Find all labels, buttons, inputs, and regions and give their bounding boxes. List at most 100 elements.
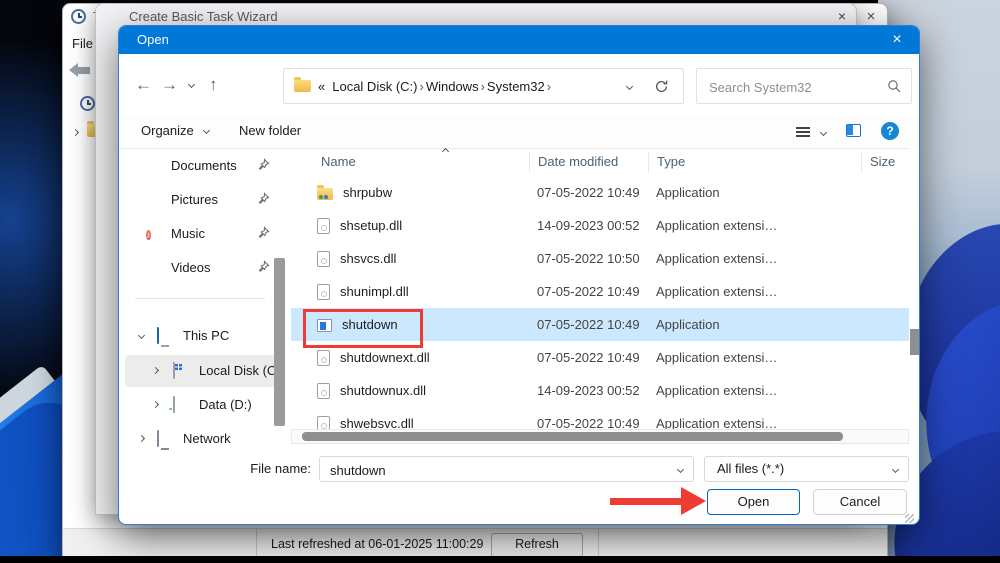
- file-type: Application extensi…: [656, 251, 778, 266]
- file-name-cell: shrpubw: [291, 184, 529, 200]
- close-icon[interactable]: ×: [881, 29, 913, 51]
- dll-file-icon: [317, 250, 330, 267]
- open-button[interactable]: Open: [707, 489, 800, 515]
- back-icon[interactable]: ←: [135, 75, 152, 95]
- file-type-dropdown[interactable]: All files (*.*): [704, 456, 909, 482]
- file-date-modified: 07-05-2022 10:49: [537, 284, 640, 299]
- local-disk-icon: [173, 362, 175, 379]
- share-wizard-icon: [317, 184, 333, 200]
- chevron-down-icon: [203, 126, 211, 135]
- file-name-combobox[interactable]: [319, 456, 694, 482]
- chevron-right-icon[interactable]: [71, 128, 80, 137]
- search-box[interactable]: [696, 68, 912, 104]
- breadcrumb-item[interactable]: System32: [487, 79, 545, 94]
- sidebar-item-pictures[interactable]: Pictures: [127, 185, 279, 215]
- horizontal-scrollbar-thumb[interactable]: [302, 432, 843, 441]
- file-row-shsetup-dll[interactable]: shsetup.dll 14-09-2023 00:52 Application e…: [291, 209, 909, 242]
- dialog-titlebar: Open ×: [119, 26, 919, 54]
- column-header-name[interactable]: Name: [291, 152, 529, 172]
- view-list-icon[interactable]: [796, 127, 810, 137]
- address-bar[interactable]: « Local Disk (C:) › Windows › System32 ›: [283, 68, 684, 104]
- file-name-cell: shsvcs.dll: [291, 250, 529, 267]
- resize-grip[interactable]: [905, 514, 914, 523]
- dialog-toolbar: Organize New folder ?: [119, 116, 919, 149]
- refresh-button[interactable]: Refresh: [491, 533, 583, 557]
- file-list: Name Date modified Type Size shrpubw 07-05-2…: [291, 148, 909, 444]
- search-input[interactable]: [707, 75, 871, 99]
- sidebar-item-network[interactable]: Network: [125, 423, 277, 455]
- desktop: Tas × File A Task Last refreshed at 06-0…: [0, 0, 1000, 563]
- forward-icon[interactable]: →: [161, 75, 178, 95]
- sidebar-item-label: Documents: [171, 158, 237, 173]
- this-pc-icon: [157, 327, 173, 344]
- close-icon[interactable]: ×: [858, 7, 884, 27]
- back-arrow-icon[interactable]: [69, 63, 93, 77]
- file-name-input[interactable]: [328, 459, 662, 481]
- file-row-shsvcs-dll[interactable]: shsvcs.dll 07-05-2022 10:50 Application ex…: [291, 242, 909, 275]
- chevron-right-icon[interactable]: [137, 434, 146, 443]
- organize-button[interactable]: Organize: [141, 123, 211, 138]
- file-date-modified: 07-05-2022 10:49: [537, 350, 640, 365]
- sidebar-item-music[interactable]: Music: [127, 219, 279, 249]
- sidebar-item-this-pc[interactable]: This PC: [125, 320, 277, 352]
- column-header-date-modified[interactable]: Date modified: [529, 152, 648, 172]
- chevron-down-icon[interactable]: [676, 465, 685, 474]
- up-icon[interactable]: ↑: [209, 75, 218, 95]
- file-type: Application extensi…: [656, 218, 778, 233]
- sidebar-item-label: Videos: [171, 260, 211, 275]
- network-icon: [157, 430, 159, 447]
- annotation-highlight-rectangle: [303, 309, 423, 348]
- file-row-shrpubw[interactable]: shrpubw 07-05-2022 10:49 Application: [291, 176, 909, 209]
- file-date-modified: 14-09-2023 00:52: [537, 383, 640, 398]
- sidebar-divider: [135, 298, 265, 299]
- preview-pane-icon[interactable]: [846, 124, 861, 137]
- dll-file-icon: [317, 382, 330, 399]
- chevron-right-icon[interactable]: [151, 366, 160, 375]
- help-icon[interactable]: ?: [881, 122, 899, 140]
- music-icon: [146, 230, 151, 240]
- sidebar-scrollbar[interactable]: [274, 258, 285, 426]
- breadcrumb-separator-icon: ›: [546, 78, 552, 94]
- sidebar-item-documents[interactable]: Documents: [127, 151, 279, 181]
- chevron-right-icon[interactable]: [151, 400, 160, 409]
- breadcrumb-overflow[interactable]: «: [318, 79, 325, 94]
- column-header-size[interactable]: Size: [861, 152, 909, 172]
- horizontal-scrollbar[interactable]: [291, 429, 909, 444]
- column-headers: Name Date modified Type Size: [291, 148, 909, 176]
- sidebar-item-data-d[interactable]: Data (D:): [125, 389, 277, 421]
- wizard-title: Create Basic Task Wizard: [129, 9, 278, 24]
- file-type: Application extensi…: [656, 383, 778, 398]
- refresh-icon[interactable]: [654, 79, 669, 94]
- column-header-type[interactable]: Type: [648, 152, 861, 172]
- local-disk-icon: [173, 362, 189, 379]
- dll-file-icon: [317, 283, 330, 300]
- music-icon: [146, 226, 162, 242]
- breadcrumb-item[interactable]: Windows: [426, 79, 479, 94]
- address-bar-controls: [625, 79, 669, 94]
- annotation-arrow-head: [681, 487, 706, 515]
- file-type: Application extensi…: [656, 284, 778, 299]
- new-folder-button[interactable]: New folder: [239, 123, 301, 138]
- file-date-modified: 07-05-2022 10:49: [537, 185, 640, 200]
- task-scheduler-tree-icon: [80, 96, 95, 111]
- view-chevron-icon[interactable]: [819, 128, 828, 137]
- cancel-button[interactable]: Cancel: [813, 489, 907, 515]
- dialog-title: Open: [137, 32, 169, 47]
- file-type: Application: [656, 317, 720, 332]
- vertical-scrollbar-thumb[interactable]: [910, 329, 919, 355]
- panel-divider: [598, 529, 599, 559]
- sidebar-item-local-disk-c[interactable]: Local Disk (C:): [125, 355, 284, 387]
- sidebar-item-label: Music: [171, 226, 205, 241]
- close-icon[interactable]: ×: [829, 7, 855, 25]
- breadcrumb-item[interactable]: Local Disk (C:): [332, 79, 417, 94]
- vertical-scrollbar[interactable]: [909, 148, 919, 444]
- address-dropdown-chevron-icon[interactable]: [625, 82, 634, 91]
- recent-locations-chevron-icon[interactable]: [187, 80, 196, 89]
- documents-icon: [146, 158, 162, 174]
- menu-file[interactable]: File: [72, 36, 93, 51]
- file-row-shutdownux-dll[interactable]: shutdownux.dll 14-09-2023 00:52 Applicatio…: [291, 374, 909, 407]
- file-row-shunimpl-dll[interactable]: shunimpl.dll 07-05-2022 10:49 Application …: [291, 275, 909, 308]
- file-name-cell: shutdownext.dll: [291, 349, 529, 366]
- chevron-down-icon[interactable]: [137, 331, 146, 340]
- sidebar-item-videos[interactable]: Videos: [127, 253, 279, 283]
